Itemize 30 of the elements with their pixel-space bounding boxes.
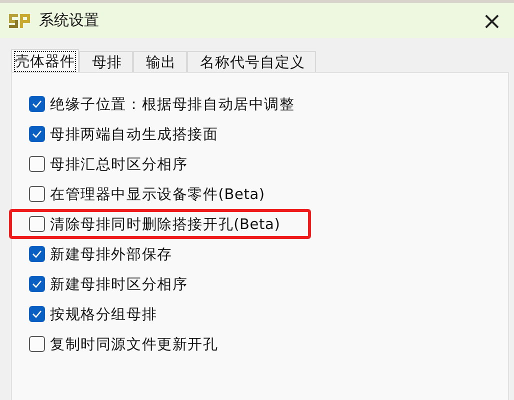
tab[interactable]: 壳体器件 (11, 49, 79, 72)
tab[interactable]: 输出 (133, 51, 187, 72)
option-label: 复制时同源文件更新开孔 (50, 336, 218, 354)
option-label: 绝缘子位置：根据母排自动居中调整 (50, 96, 295, 114)
option-label: 清除母排同时删除搭接开孔(Beta) (50, 216, 280, 234)
checkbox[interactable] (29, 246, 45, 262)
option-label: 母排两端自动生成搭接面 (50, 126, 218, 144)
check-icon (32, 100, 42, 108)
option-label: 新建母排时区分相序 (50, 276, 188, 294)
logo-icon (9, 12, 31, 28)
checkbox[interactable] (29, 126, 45, 142)
option-label: 新建母排外部保存 (50, 246, 172, 264)
checkbox[interactable] (29, 216, 45, 232)
option-label: 在管理器中显示设备零件(Beta) (50, 186, 265, 204)
checkbox[interactable] (29, 156, 45, 172)
checkbox[interactable] (29, 276, 45, 292)
option-label: 按规格分组母排 (50, 306, 158, 324)
check-icon (32, 130, 42, 138)
option-label: 母排汇总时区分相序 (50, 156, 188, 174)
checkbox[interactable] (29, 96, 45, 112)
tab[interactable]: 母排 (79, 51, 133, 72)
checkbox[interactable] (29, 186, 45, 202)
checkbox[interactable] (29, 306, 45, 322)
tab[interactable]: 名称代号自定义 (187, 51, 316, 72)
check-icon (32, 280, 42, 288)
checkbox[interactable] (29, 336, 45, 352)
close-button[interactable]: × (478, 8, 506, 32)
check-icon (32, 310, 42, 318)
window-title: 系统设置 (39, 11, 100, 30)
check-icon (32, 250, 42, 258)
